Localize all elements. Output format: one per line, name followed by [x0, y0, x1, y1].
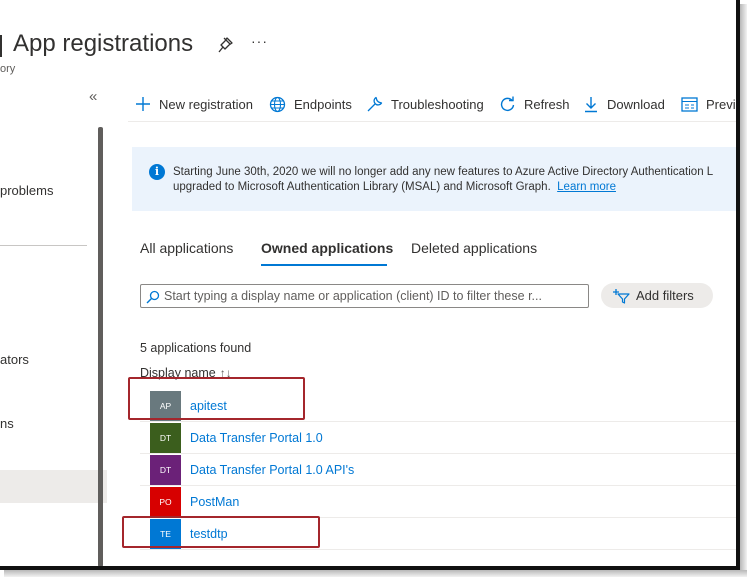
toolbar-divider — [128, 121, 740, 122]
refresh-icon — [500, 96, 515, 111]
highlight-box-apitest — [128, 377, 305, 420]
refresh-button[interactable]: Refresh — [499, 89, 570, 119]
banner-line-2-text: upgraded to Microsoft Authentication Lib… — [173, 181, 551, 193]
app-avatar: PO — [150, 487, 181, 518]
sidebar-item-selected[interactable] — [0, 470, 107, 503]
new-registration-label: New registration — [159, 96, 253, 112]
app-name-link[interactable]: PostMan — [190, 495, 239, 509]
page-title: App registrations — [13, 30, 194, 57]
endpoints-label: Endpoints — [294, 96, 352, 112]
active-tab-indicator — [261, 264, 387, 266]
preview-features-button[interactable]: Previ — [681, 89, 736, 119]
search-box[interactable] — [140, 284, 589, 308]
search-icon — [146, 290, 160, 304]
table-row: DT Data Transfer Portal 1.0 — [140, 422, 740, 454]
preview-icon — [681, 96, 698, 112]
sidebar-scrollbar[interactable] — [98, 127, 103, 567]
tab-owned-applications[interactable]: Owned applications — [261, 240, 393, 256]
preview-label: Previ — [706, 96, 736, 112]
plus-icon — [136, 97, 150, 111]
sidebar-item-applications[interactable]: ns — [0, 416, 14, 431]
download-label: Download — [607, 96, 665, 112]
endpoints-button[interactable]: Endpoints — [269, 89, 352, 119]
add-filter-icon — [613, 288, 630, 304]
new-registration-button[interactable]: New registration — [135, 89, 253, 119]
sidebar-item-administrators[interactable]: ators — [0, 352, 29, 367]
search-input[interactable] — [164, 288, 584, 304]
more-options-icon[interactable]: ··· — [251, 33, 268, 49]
wrench-icon — [367, 96, 383, 111]
highlight-box-testdtp — [122, 516, 320, 548]
add-filters-label: Add filters — [636, 288, 694, 303]
download-icon — [585, 96, 597, 112]
banner-message: Starting June 30th, 2020 we will no long… — [173, 165, 713, 195]
breadcrumb-subtitle: ory — [0, 63, 16, 75]
info-banner: i Starting June 30th, 2020 we will no lo… — [132, 147, 740, 211]
table-row: DT Data Transfer Portal 1.0 API's — [140, 454, 740, 486]
sidebar-item-diagnose-problems[interactable]: problems — [0, 183, 53, 198]
learn-more-link[interactable]: Learn more — [557, 181, 616, 193]
refresh-label: Refresh — [524, 96, 570, 112]
pin-icon[interactable] — [218, 36, 234, 54]
results-count: 5 applications found — [140, 341, 252, 355]
app-avatar: DT — [150, 423, 181, 454]
globe-icon — [269, 96, 286, 112]
banner-line-2: upgraded to Microsoft Authentication Lib… — [173, 180, 713, 195]
app-avatar: DT — [150, 455, 181, 486]
app-window: App registrations ··· ory « problems ato… — [0, 0, 740, 570]
title-separator — [0, 35, 2, 57]
troubleshooting-button[interactable]: Troubleshooting — [366, 89, 484, 119]
table-row: PO PostMan — [140, 486, 740, 518]
window-shadow-bottom — [4, 570, 747, 577]
command-bar: New registration Endpoints Troubleshooti… — [128, 89, 740, 119]
troubleshooting-label: Troubleshooting — [391, 96, 484, 112]
row-divider — [140, 549, 740, 550]
download-button[interactable]: Download — [583, 89, 665, 119]
app-name-link[interactable]: Data Transfer Portal 1.0 — [190, 431, 323, 445]
sidebar-divider — [0, 245, 87, 246]
tab-all-applications[interactable]: All applications — [140, 240, 233, 256]
app-name-link[interactable]: Data Transfer Portal 1.0 API's — [190, 463, 354, 477]
info-icon: i — [149, 164, 165, 180]
banner-line-1: Starting June 30th, 2020 we will no long… — [173, 166, 714, 178]
add-filters-button[interactable]: Add filters — [601, 283, 713, 308]
window-shadow-right — [740, 4, 747, 576]
tab-deleted-applications[interactable]: Deleted applications — [411, 240, 537, 256]
collapse-sidebar-icon[interactable]: « — [89, 88, 97, 105]
